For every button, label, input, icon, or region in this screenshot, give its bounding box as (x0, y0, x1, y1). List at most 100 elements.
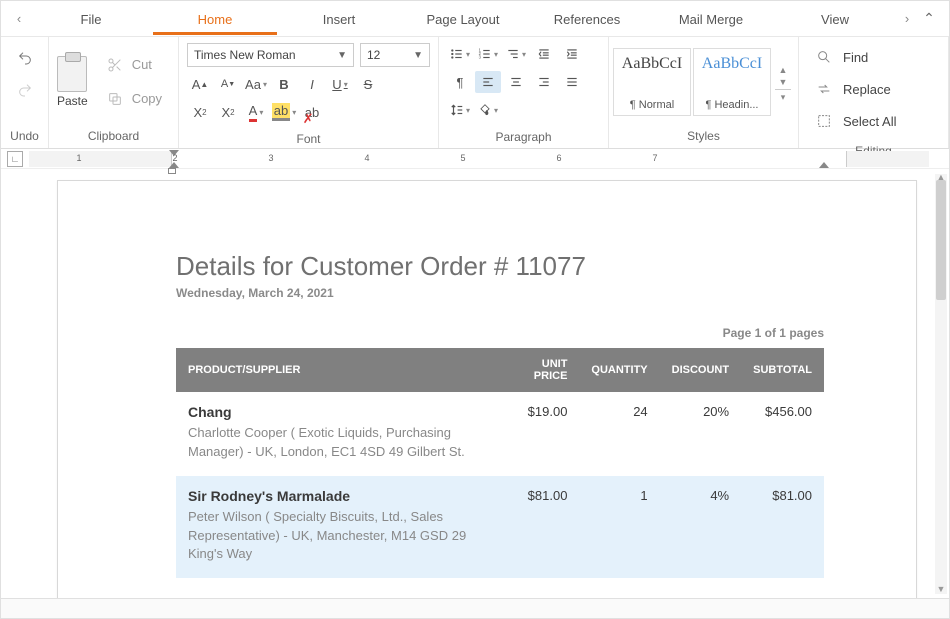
subscript-button[interactable]: X2 (215, 101, 241, 123)
styles-gallery-expand[interactable]: ▲ ▼ ▾ (775, 65, 791, 99)
more-styles-icon: ▾ (775, 89, 791, 99)
quantity-cell: 1 (579, 476, 659, 579)
tab-view[interactable]: View (773, 3, 897, 35)
menu-tabs: FileHomeInsertPage LayoutReferencesMail … (29, 3, 897, 35)
paste-button[interactable]: Paste (55, 54, 90, 110)
tab-insert[interactable]: Insert (277, 3, 401, 35)
align-left-button[interactable] (475, 71, 501, 93)
select-all-button[interactable]: Select All (809, 107, 938, 135)
column-header: PRODUCT/SUPPLIER (176, 348, 507, 392)
style-normal[interactable]: AaBbCcI ¶ Normal (613, 48, 691, 116)
column-header: SUBTOTAL (741, 348, 824, 392)
tab-home[interactable]: Home (153, 3, 277, 35)
product-cell: Sir Rodney's Marmalade Peter Wilson ( Spe… (176, 476, 507, 579)
strikethrough-button[interactable]: S (355, 73, 381, 95)
supplier-info: Peter Wilson ( Specialty Biscuits, Ltd.,… (188, 508, 495, 565)
vertical-scrollbar[interactable]: ▲ ▼ (935, 174, 947, 594)
highlight-button[interactable]: ab (271, 101, 297, 123)
chevron-down-icon: ▼ (775, 77, 791, 87)
tabs-scroll-left[interactable]: ‹ (9, 11, 29, 26)
clipboard-group-label: Clipboard (49, 126, 178, 148)
select-all-icon (813, 110, 835, 132)
tab-selector[interactable]: ∟ (7, 151, 23, 167)
paste-icon (57, 56, 87, 92)
align-center-button[interactable] (503, 71, 529, 93)
bullet-list-button[interactable] (447, 43, 473, 65)
doc-title: Details for Customer Order # 11077 (176, 251, 824, 282)
discount-cell: 20% (660, 392, 741, 476)
undo-button[interactable] (14, 47, 36, 69)
tabs-scroll-right[interactable]: › (897, 11, 917, 26)
quantity-cell: 24 (579, 392, 659, 476)
scissors-icon (104, 54, 126, 76)
superscript-button[interactable]: X2 (187, 101, 213, 123)
chevron-down-icon: ▼ (337, 50, 347, 61)
tab-page-layout[interactable]: Page Layout (401, 3, 525, 35)
shading-button[interactable] (475, 99, 501, 121)
font-name-combo[interactable]: Times New Roman▼ (187, 43, 354, 67)
replace-button[interactable]: Replace (809, 75, 938, 103)
chevron-up-icon: ▲ (775, 65, 791, 75)
svg-text:3: 3 (479, 55, 482, 60)
decrease-indent-button[interactable] (531, 43, 557, 65)
discount-cell: 4% (660, 476, 741, 579)
scroll-thumb[interactable] (936, 180, 946, 300)
undo-group-label: Undo (1, 126, 48, 148)
status-bar (1, 598, 949, 618)
align-right-button[interactable] (531, 71, 557, 93)
number-list-button[interactable]: 123 (475, 43, 501, 65)
line-spacing-button[interactable] (447, 99, 473, 121)
styles-group-label: Styles (609, 126, 798, 148)
underline-button[interactable]: U (327, 73, 353, 95)
product-name: Sir Rodney's Marmalade (188, 488, 495, 504)
change-case-button[interactable]: Aa (243, 73, 269, 95)
tab-mail-merge[interactable]: Mail Merge (649, 3, 773, 35)
redo-button[interactable] (14, 79, 36, 101)
order-table: PRODUCT/SUPPLIERUNIT PRICEQUANTITYDISCOU… (176, 348, 824, 578)
column-header: DISCOUNT (660, 348, 741, 392)
doc-page-info: Page 1 of 1 pages (176, 326, 824, 340)
product-cell: ChangCharlotte Cooper ( Exotic Liquids, … (176, 392, 507, 476)
ruler-mark: 6 (556, 153, 561, 163)
tab-references[interactable]: References (525, 3, 649, 35)
replace-icon (813, 78, 835, 100)
increase-font-button[interactable]: A▲ (187, 73, 213, 95)
font-color-button[interactable]: A (243, 101, 269, 123)
find-button[interactable]: Find (809, 43, 938, 71)
horizontal-ruler[interactable]: 1234567 (29, 151, 929, 167)
ruler-mark: 3 (268, 153, 273, 163)
font-group-label: Font (179, 129, 438, 151)
table-row: ChangCharlotte Cooper ( Exotic Liquids, … (176, 392, 824, 476)
font-group: Times New Roman▼ 12▼ A▲ A▼ Aa B I U S X2… (179, 37, 439, 148)
clipboard-group: Paste Cut Copy Clipboard (49, 37, 179, 148)
scroll-down-icon[interactable]: ▼ (935, 584, 947, 596)
italic-button[interactable]: I (299, 73, 325, 95)
supplier-info: Charlotte Cooper ( Exotic Liquids, Purch… (188, 424, 495, 462)
multilevel-list-button[interactable] (503, 43, 529, 65)
column-header: QUANTITY (579, 348, 659, 392)
document-page[interactable]: Details for Customer Order # 11077 Wedne… (57, 180, 917, 598)
subtotal-cell: $81.00 (741, 476, 824, 579)
show-marks-button[interactable]: ¶ (447, 71, 473, 93)
search-icon (813, 46, 835, 68)
copy-button[interactable]: Copy (98, 84, 168, 114)
cut-button[interactable]: Cut (98, 50, 168, 80)
unitPrice-cell: $81.00 (507, 476, 580, 579)
collapse-ribbon-icon[interactable]: ⌃ (917, 10, 941, 27)
increase-indent-button[interactable] (559, 43, 585, 65)
right-indent-marker[interactable] (819, 162, 829, 168)
document-viewport: Details for Customer Order # 11077 Wedne… (1, 170, 949, 598)
decrease-font-button[interactable]: A▼ (215, 73, 241, 95)
ribbon: Undo Paste Cut Copy Clipboard (1, 37, 949, 149)
copy-icon (104, 88, 126, 110)
align-justify-button[interactable] (559, 71, 585, 93)
bold-button[interactable]: B (271, 73, 297, 95)
tab-file[interactable]: File (29, 3, 153, 35)
font-size-combo[interactable]: 12▼ (360, 43, 430, 67)
style-heading[interactable]: AaBbCcI ¶ Headin... (693, 48, 771, 116)
table-row: Sir Rodney's Marmalade Peter Wilson ( Spe… (176, 476, 824, 579)
clear-formatting-button[interactable]: ab✗ (299, 101, 325, 123)
ruler-bar: ∟ 1234567 (1, 149, 949, 169)
ruler-mark: 7 (652, 153, 657, 163)
column-header: UNIT PRICE (507, 348, 580, 392)
